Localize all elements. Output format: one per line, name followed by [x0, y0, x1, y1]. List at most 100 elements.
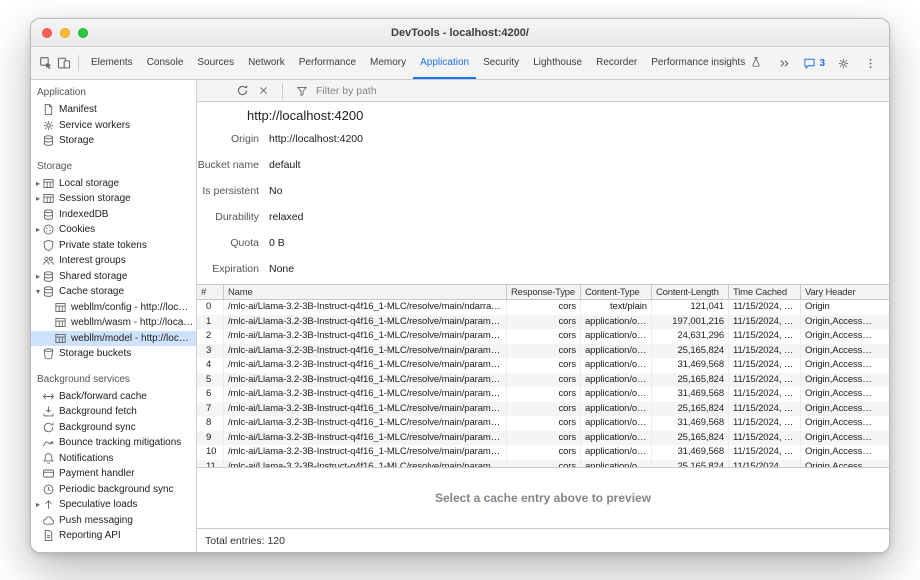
overview-label: Quota	[197, 237, 259, 249]
cache-entry-row[interactable]: 8 /mlc-ai/Llama-3.2-3B-Instruct-q4f16_1-…	[197, 416, 889, 431]
sidebar-item[interactable]: Payment handler	[31, 466, 196, 482]
sidebar-item[interactable]: ▸ Cookies	[31, 222, 196, 238]
sidebar-item[interactable]: Back/forward cache	[31, 389, 196, 405]
sidebar-item[interactable]: Reporting API	[31, 528, 196, 544]
inspect-element-icon[interactable]	[37, 54, 55, 72]
sidebar-section-storage: Storage ▸ Local storage ▸ Session s	[31, 158, 196, 362]
sidebar-item-label: Bounce tracking mitigations	[59, 437, 181, 448]
refresh-icon[interactable]	[235, 84, 249, 98]
sidebar-item[interactable]: ▸ Local storage	[31, 176, 196, 192]
cache-entry-row[interactable]: 1 /mlc-ai/Llama-3.2-3B-Instruct-q4f16_1-…	[197, 315, 889, 330]
storage-icon	[42, 134, 55, 147]
device-toolbar-icon[interactable]	[55, 54, 73, 72]
sidebar-item[interactable]: Service workers	[31, 118, 196, 134]
table-icon	[42, 177, 55, 190]
cache-entry-row[interactable]: 5 /mlc-ai/Llama-3.2-3B-Instruct-q4f16_1-…	[197, 373, 889, 388]
cell-name: /mlc-ai/Llama-3.2-3B-Instruct-q4f16_1-ML…	[224, 300, 507, 315]
overview-value: No	[269, 185, 282, 197]
cache-entry-row[interactable]: 10 /mlc-ai/Llama-3.2-3B-Instruct-q4f16_1…	[197, 445, 889, 460]
panel-tab-label: Network	[248, 57, 285, 68]
sidebar-item[interactable]: Interest groups	[31, 253, 196, 269]
titlebar[interactable]: DevTools - localhost:4200/	[31, 19, 889, 47]
devtools-body: Application Manifest Service work	[31, 80, 889, 552]
sidebar-item[interactable]: Storage buckets	[31, 346, 196, 362]
cell-response-type: cors	[507, 416, 581, 431]
panel-tab[interactable]: Recorder	[589, 47, 644, 79]
panel-tab[interactable]: Network	[241, 47, 292, 79]
panel-tab[interactable]: Security	[476, 47, 526, 79]
column-header[interactable]: Name	[224, 285, 507, 299]
sidebar-item[interactable]: Push messaging	[31, 513, 196, 529]
sidebar-item[interactable]: ▾ Cache storage	[31, 284, 196, 300]
cache-entry-row[interactable]: 6 /mlc-ai/Llama-3.2-3B-Instruct-q4f16_1-…	[197, 387, 889, 402]
expand-arrow-icon[interactable]: ▾	[34, 287, 42, 296]
cell-content-length: 31,469,568	[652, 416, 729, 431]
cell-time-cached: 11/15/2024, 10…	[729, 460, 801, 468]
cache-entry-row[interactable]: 9 /mlc-ai/Llama-3.2-3B-Instruct-q4f16_1-…	[197, 431, 889, 446]
cell-name: /mlc-ai/Llama-3.2-3B-Instruct-q4f16_1-ML…	[224, 329, 507, 344]
console-messages-button[interactable]: 3	[802, 56, 825, 70]
expand-arrow-icon[interactable]: ▸	[34, 225, 42, 234]
sidebar-item[interactable]: Background sync	[31, 420, 196, 436]
cache-entry-row[interactable]: 3 /mlc-ai/Llama-3.2-3B-Instruct-q4f16_1-…	[197, 344, 889, 359]
overview-row: Is persistent No	[197, 178, 889, 204]
sidebar-item[interactable]: Manifest	[31, 102, 196, 118]
cell-index: 6	[197, 387, 224, 402]
cell-response-type: cors	[507, 358, 581, 373]
panel-tab-label: Performance	[299, 57, 356, 68]
bounce-icon	[42, 436, 55, 449]
sidebar-section-title: Application	[31, 84, 196, 102]
sidebar-item[interactable]: IndexedDB	[31, 207, 196, 223]
sidebar-item[interactable]: Notifications	[31, 451, 196, 467]
sidebar-item[interactable]: ▸ Session storage	[31, 191, 196, 207]
column-header[interactable]: #	[197, 285, 224, 299]
expand-arrow-icon[interactable]: ▸	[34, 179, 42, 188]
cell-time-cached: 11/15/2024, 10…	[729, 416, 801, 431]
column-header[interactable]: Response-Type	[507, 285, 581, 299]
close-window-button[interactable]	[42, 28, 52, 38]
panel-tab[interactable]: Console	[140, 47, 191, 79]
cell-vary-header: Origin	[801, 300, 889, 315]
column-header[interactable]: Vary Header	[801, 285, 889, 299]
sidebar-item[interactable]: webllm/wasm - http://loca…	[31, 315, 196, 331]
panel-tab[interactable]: Sources	[190, 47, 241, 79]
panel-tab-label: Performance insights	[651, 57, 745, 68]
expand-arrow-icon[interactable]: ▸	[34, 272, 42, 281]
sidebar-item[interactable]: Periodic background sync	[31, 482, 196, 498]
expand-arrow-icon[interactable]: ▸	[34, 194, 42, 203]
delete-selected-icon[interactable]	[256, 84, 270, 98]
panel-tab[interactable]: Performance insights	[644, 47, 769, 79]
sidebar-item[interactable]: webllm/config - http://loc…	[31, 300, 196, 316]
panel-tab[interactable]: Performance	[292, 47, 363, 79]
sidebar-item[interactable]: Private state tokens	[31, 238, 196, 254]
cell-name: /mlc-ai/Llama-3.2-3B-Instruct-q4f16_1-ML…	[224, 387, 507, 402]
sidebar-item[interactable]: ▸ Shared storage	[31, 269, 196, 285]
panel-tab[interactable]: Application	[413, 47, 476, 79]
sidebar-item[interactable]: Background fetch	[31, 404, 196, 420]
sidebar-item[interactable]: Storage	[31, 133, 196, 149]
column-header[interactable]: Content-Type	[581, 285, 652, 299]
table-icon	[54, 332, 67, 345]
minimize-window-button[interactable]	[60, 28, 70, 38]
panel-tab[interactable]: Memory	[363, 47, 413, 79]
panel-tab[interactable]: Lighthouse	[526, 47, 589, 79]
cache-entry-row[interactable]: 0 /mlc-ai/Llama-3.2-3B-Instruct-q4f16_1-…	[197, 300, 889, 315]
column-header[interactable]: Content-Length	[652, 285, 729, 299]
sidebar-item[interactable]: ▸ Speculative loads	[31, 497, 196, 513]
cache-entry-row[interactable]: 7 /mlc-ai/Llama-3.2-3B-Instruct-q4f16_1-…	[197, 402, 889, 417]
more-tabs-chevron-icon[interactable]	[775, 54, 793, 72]
filter-by-path-input[interactable]	[316, 85, 496, 97]
kebab-menu-icon[interactable]	[861, 54, 879, 72]
panel-tab[interactable]: Elements	[84, 47, 140, 79]
sidebar-item[interactable]: webllm/model - http://loc…	[31, 331, 196, 347]
sidebar-item[interactable]: Bounce tracking mitigations	[31, 435, 196, 451]
expand-arrow-icon[interactable]: ▸	[34, 500, 42, 509]
tabbar-right-controls: 3	[775, 54, 883, 72]
cache-entry-row[interactable]: 11 /mlc-ai/Llama-3.2-3B-Instruct-q4f16_1…	[197, 460, 889, 468]
cell-content-type: text/plain	[581, 300, 652, 315]
zoom-window-button[interactable]	[78, 28, 88, 38]
cache-entry-row[interactable]: 2 /mlc-ai/Llama-3.2-3B-Instruct-q4f16_1-…	[197, 329, 889, 344]
column-header[interactable]: Time Cached	[729, 285, 801, 299]
cache-entry-row[interactable]: 4 /mlc-ai/Llama-3.2-3B-Instruct-q4f16_1-…	[197, 358, 889, 373]
settings-gear-icon[interactable]	[834, 54, 852, 72]
